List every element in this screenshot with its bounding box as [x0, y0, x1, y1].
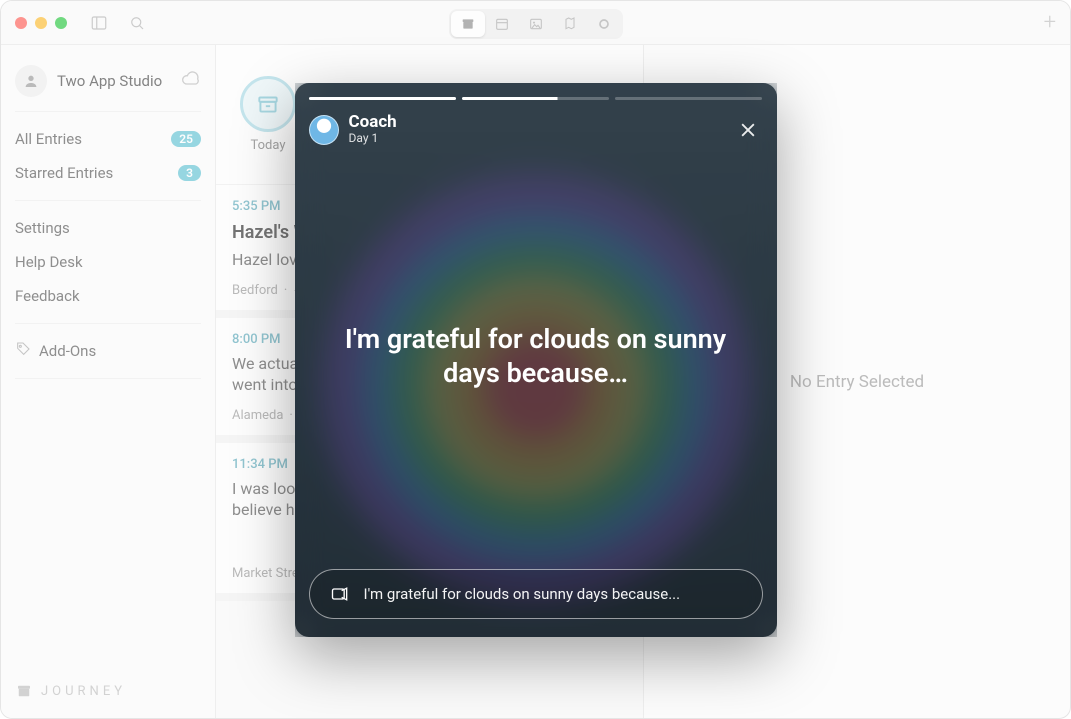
modal-overlay[interactable]: Coach Day 1 I'm grateful for clouds on s…	[1, 1, 1070, 718]
app-window: + Two App Studio All Entries 25 Starr	[0, 0, 1071, 719]
coach-story-card: Coach Day 1 I'm grateful for clouds on s…	[295, 83, 777, 637]
respond-placeholder: I'm grateful for clouds on sunny days be…	[364, 585, 681, 603]
coach-subtitle: Day 1	[349, 131, 397, 145]
coach-avatar	[309, 115, 339, 145]
story-progress	[309, 97, 763, 100]
close-button[interactable]	[733, 115, 763, 145]
coach-title: Coach	[349, 114, 397, 131]
compose-icon	[330, 584, 350, 604]
close-icon	[738, 120, 758, 140]
progress-segment	[309, 97, 456, 100]
progress-segment	[615, 97, 762, 100]
coach-prompt-text: I'm grateful for clouds on sunny days be…	[309, 145, 763, 569]
progress-segment	[462, 97, 609, 100]
coach-header: Coach Day 1	[309, 114, 763, 145]
respond-button[interactable]: I'm grateful for clouds on sunny days be…	[309, 569, 763, 619]
